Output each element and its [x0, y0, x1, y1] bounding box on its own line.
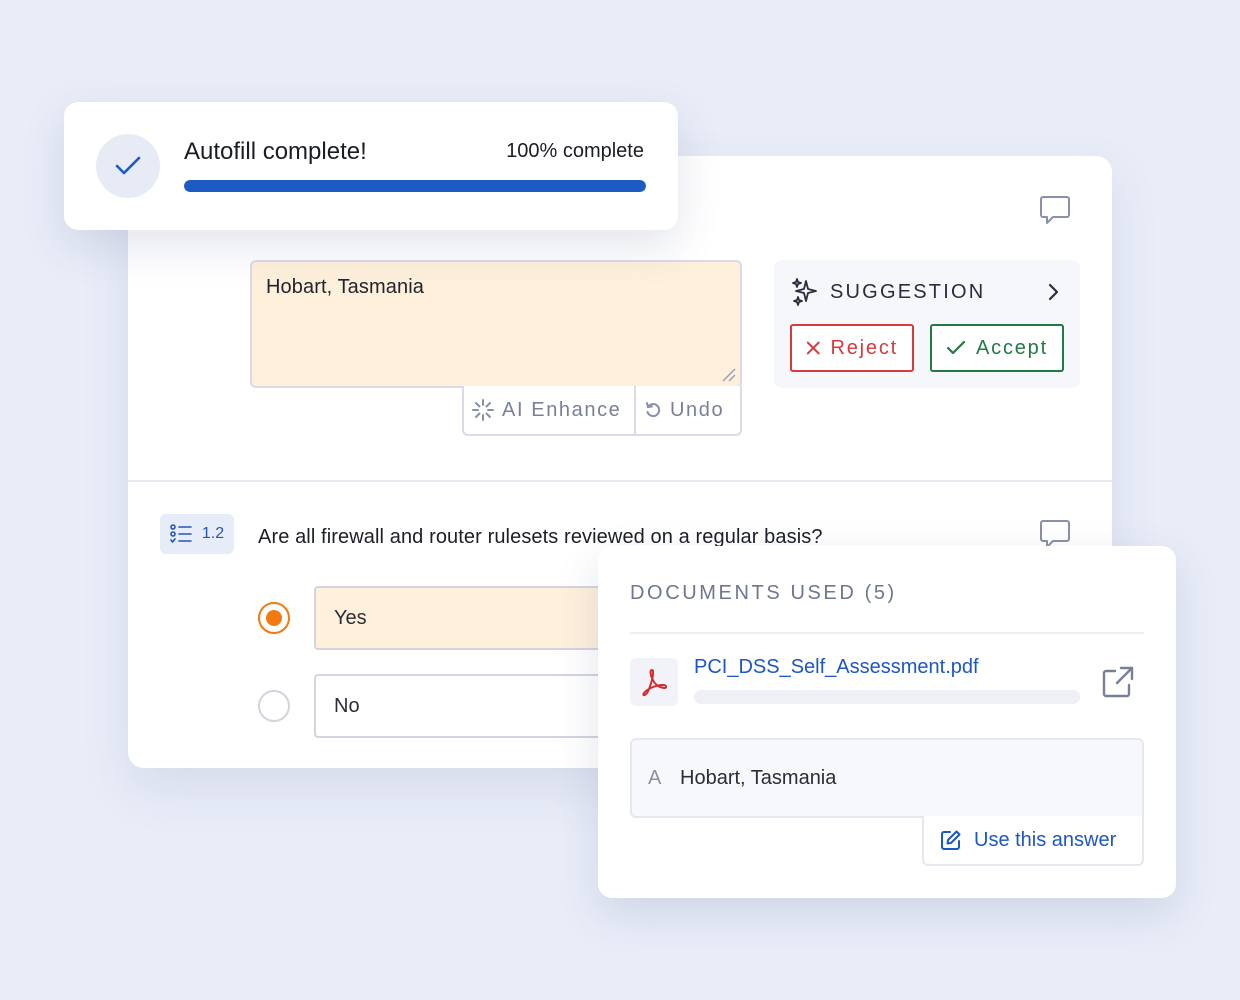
documents-card: DOCUMENTS USED (5) PCI_DSS_Self_Assessme… [598, 546, 1176, 898]
option-no-label: No [334, 694, 360, 717]
resize-handle-icon[interactable] [720, 366, 736, 382]
suggestion-header[interactable]: SUGGESTION [790, 276, 1060, 308]
comment-icon[interactable] [1038, 194, 1072, 226]
document-preview-bar [694, 690, 1080, 704]
edit-icon [941, 830, 961, 850]
option-yes-label: Yes [334, 606, 367, 629]
checklist-icon [170, 524, 192, 544]
check-icon [115, 156, 141, 175]
ai-enhance-label: AI Enhance [502, 398, 622, 421]
undo-label: Undo [670, 398, 725, 421]
ai-toolbar: AI Enhance Undo [462, 386, 742, 436]
use-this-answer-button[interactable]: Use this answer [922, 816, 1144, 866]
section-divider [128, 480, 1112, 482]
external-link-icon[interactable] [1100, 664, 1136, 700]
progress-track [184, 180, 646, 192]
accept-label: Accept [976, 336, 1048, 359]
radio-no[interactable] [258, 690, 290, 722]
answer-text: Hobart, Tasmania [266, 276, 424, 298]
close-icon [806, 341, 820, 355]
ai-enhance-button[interactable]: AI Enhance [464, 386, 636, 434]
documents-divider [630, 632, 1144, 634]
use-this-answer-label: Use this answer [974, 828, 1117, 851]
documents-title: DOCUMENTS USED (5) [630, 582, 897, 604]
undo-button[interactable]: Undo [636, 386, 740, 434]
progress-fill [184, 180, 646, 192]
answer-textarea[interactable]: Hobart, Tasmania [250, 260, 742, 388]
reject-button[interactable]: Reject [790, 324, 914, 372]
suggestion-label: SUGGESTION [830, 280, 986, 303]
success-badge [96, 134, 160, 198]
check-icon [946, 340, 966, 355]
undo-icon [646, 402, 661, 418]
toast-title: Autofill complete! [184, 138, 367, 165]
document-link[interactable]: PCI_DSS_Self_Assessment.pdf [694, 656, 979, 679]
question-number-badge: 1.2 [160, 514, 234, 554]
progress-label: 100% complete [506, 140, 644, 162]
sparkle-burst-icon [472, 399, 494, 421]
autofill-toast: Autofill complete! 100% complete [64, 102, 678, 230]
document-answer: A Hobart, Tasmania [630, 738, 1144, 818]
question-number: 1.2 [201, 525, 225, 542]
sparkles-icon [792, 278, 817, 306]
chevron-right-icon[interactable] [1046, 283, 1060, 301]
reject-label: Reject [830, 336, 898, 359]
suggestion-panel: SUGGESTION Reject Accept [774, 260, 1080, 388]
pdf-icon [630, 658, 678, 706]
document-answer-text: Hobart, Tasmania [680, 766, 837, 789]
radio-yes[interactable] [258, 602, 290, 634]
answer-letter: A [648, 766, 662, 789]
accept-button[interactable]: Accept [930, 324, 1064, 372]
